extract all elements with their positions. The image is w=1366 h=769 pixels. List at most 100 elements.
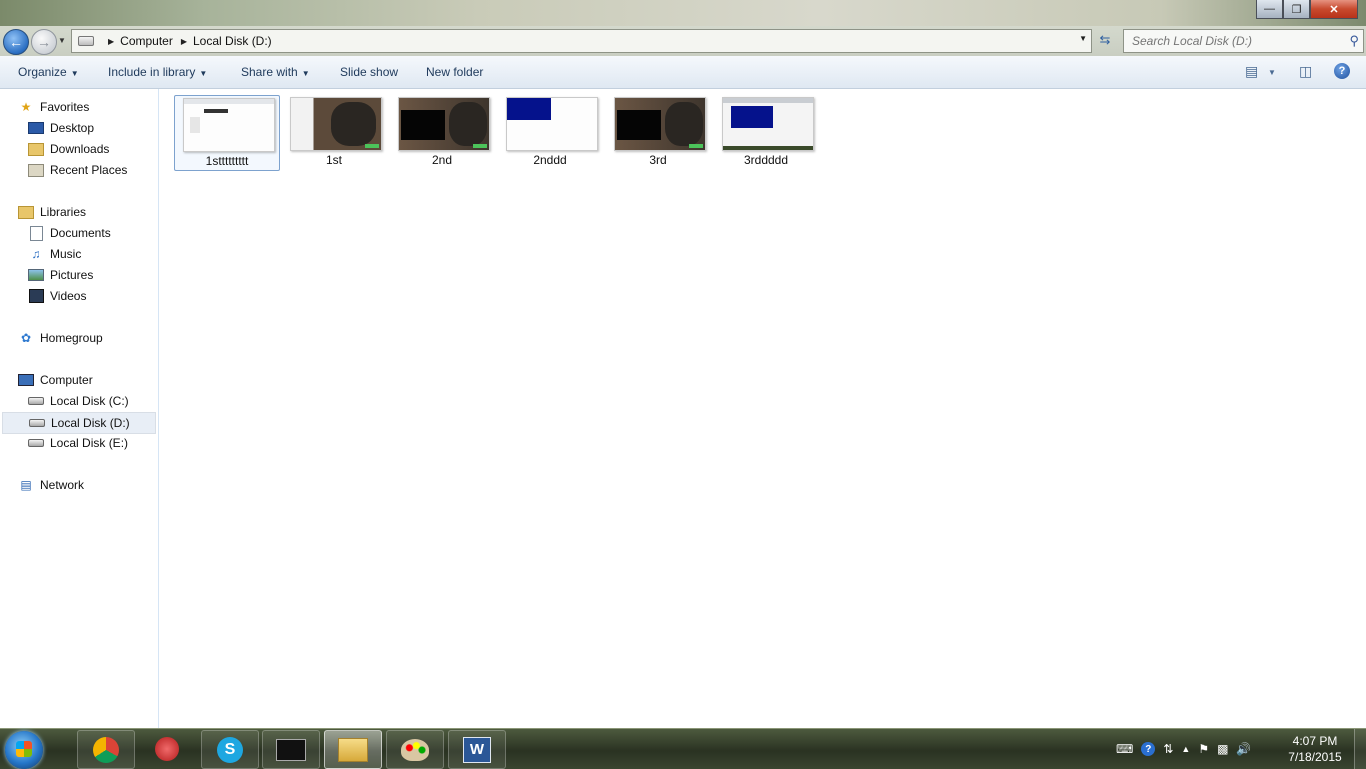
nav-computer-label: Computer (40, 373, 93, 387)
taskbar-chrome[interactable] (77, 730, 135, 769)
volume-icon[interactable]: 🔊 (1236, 742, 1251, 756)
nav-local-disk-d-label: Local Disk (D:) (51, 416, 130, 430)
nav-favorites-label: Favorites (40, 100, 90, 114)
window-controls: — ❐ ✕ (1256, 0, 1358, 19)
include-in-library-label: Include in library (108, 65, 196, 79)
drive-icon (29, 415, 45, 431)
arrow-left-icon: ← (9, 34, 23, 50)
file-item[interactable]: 1st (282, 95, 386, 169)
documents-icon (28, 225, 44, 241)
paint-palette-icon (401, 738, 429, 761)
search-input[interactable] (1130, 33, 1344, 49)
clock[interactable]: 4:07 PM 7/18/2015 (1285, 733, 1345, 765)
libraries-icon (18, 204, 34, 220)
address-bar[interactable]: ▶ Computer ▶ Local Disk (D:) ▼ (71, 29, 1092, 53)
slide-show-button[interactable]: Slide show (340, 65, 398, 79)
preview-pane-icon: ◫ (1299, 63, 1313, 79)
chrome-icon (93, 736, 119, 763)
nav-pictures[interactable]: Pictures (28, 265, 93, 285)
close-button[interactable]: ✕ (1310, 0, 1358, 19)
file-thumbnail (722, 97, 814, 151)
taskbar-command-prompt[interactable] (262, 730, 320, 769)
notification-icon[interactable]: ⇅ (1163, 742, 1173, 756)
action-center-flag-icon[interactable]: ⚑ (1198, 742, 1209, 756)
file-name: 3rddddd (743, 153, 789, 167)
nav-downloads[interactable]: Downloads (28, 139, 109, 159)
nav-desktop-label: Desktop (50, 121, 95, 135)
forward-button[interactable]: → (31, 29, 57, 55)
file-item[interactable]: 2nd (390, 95, 494, 169)
nav-recent-places[interactable]: Recent Places (28, 160, 127, 180)
command-prompt-icon (276, 738, 306, 761)
address-dropdown-icon[interactable]: ▼ (1079, 34, 1087, 43)
restore-button[interactable]: ❐ (1283, 0, 1310, 19)
search-icon[interactable]: ⚲ (1349, 33, 1359, 49)
taskbar-paint[interactable] (386, 730, 444, 769)
show-hidden-icons-icon[interactable]: ▲ (1181, 744, 1190, 754)
nav-homegroup[interactable]: ✿ Homegroup (18, 328, 103, 348)
nav-local-disk-c[interactable]: Local Disk (C:) (28, 391, 129, 411)
nav-favorites[interactable]: ★ Favorites (18, 97, 90, 117)
pictures-icon (28, 267, 44, 283)
breadcrumb: ▶ Computer ▶ Local Disk (D:) (100, 34, 272, 48)
help-tray-icon[interactable]: ? (1141, 742, 1156, 756)
breadcrumb-chevron-icon[interactable]: ▶ (181, 37, 187, 46)
file-item[interactable]: 3rddddd (714, 95, 818, 169)
recent-pages-dropdown[interactable]: ▼ (58, 36, 66, 45)
nav-local-disk-c-label: Local Disk (C:) (50, 394, 129, 408)
file-item[interactable]: 2nddd (498, 95, 602, 169)
help-button[interactable]: ? (1334, 63, 1350, 79)
music-icon: ♫ (31, 247, 41, 261)
taskbar-word[interactable]: W (448, 730, 506, 769)
command-bar: Organize ▼ Include in library ▼ Share with… (0, 56, 1366, 89)
file-name: 3rd (649, 153, 667, 167)
nav-documents[interactable]: Documents (28, 223, 111, 243)
breadcrumb-computer[interactable]: Computer (120, 34, 173, 48)
title-bar: — ❐ ✕ (0, 0, 1366, 26)
nav-local-disk-e[interactable]: Local Disk (E:) (28, 433, 128, 453)
file-thumbnail (614, 97, 706, 151)
taskbar-skype[interactable]: S (201, 730, 259, 769)
change-view-button[interactable]: ▤ (1245, 63, 1258, 80)
nav-desktop[interactable]: Desktop (28, 118, 94, 138)
clock-date: 7/18/2015 (1288, 750, 1342, 764)
navigation-bar: ← → ▼ ▶ Computer ▶ Local Disk (D:) ▼ ⇆ ⚲ (0, 26, 1366, 56)
downloads-folder-icon (28, 141, 44, 157)
nav-network-label: Network (40, 478, 85, 492)
file-name: 1sttttttttt (205, 154, 249, 168)
show-desktop-button[interactable] (1354, 729, 1366, 769)
nav-downloads-label: Downloads (50, 142, 110, 156)
nav-local-disk-d[interactable]: Local Disk (D:) (2, 412, 156, 434)
file-thumbnail (183, 98, 275, 152)
nav-computer[interactable]: Computer (18, 370, 93, 390)
taskbar-explorer[interactable] (324, 730, 382, 769)
chevron-down-icon: ▼ (70, 69, 79, 78)
start-button[interactable] (5, 731, 43, 769)
view-options-dropdown[interactable]: ▼ (1268, 68, 1276, 77)
include-in-library-menu[interactable]: Include in library ▼ (108, 65, 207, 79)
network-tray-icon[interactable]: ▩ (1217, 742, 1228, 756)
keyboard-icon[interactable]: ⌨ (1116, 742, 1133, 756)
nav-network[interactable]: ▤ Network (18, 475, 84, 495)
organize-menu[interactable]: Organize ▼ (18, 65, 79, 79)
nav-videos[interactable]: Videos (28, 286, 86, 306)
drive-icon (28, 393, 44, 409)
taskbar-downloader[interactable] (139, 730, 195, 767)
file-name: 2nd (431, 153, 453, 167)
back-button[interactable]: ← (3, 29, 29, 55)
nav-libraries[interactable]: Libraries (18, 202, 86, 222)
breadcrumb-local-disk-d[interactable]: Local Disk (D:) (193, 34, 272, 48)
share-with-menu[interactable]: Share with ▼ (241, 65, 310, 79)
search-box[interactable]: ⚲ (1123, 29, 1364, 53)
minimize-button[interactable]: — (1256, 0, 1283, 19)
new-folder-button[interactable]: New folder (426, 65, 483, 79)
nav-music[interactable]: ♫ Music (28, 244, 82, 264)
file-item[interactable]: 3rd (606, 95, 710, 169)
arrow-right-icon: → (37, 34, 51, 50)
network-icon: ▤ (20, 478, 32, 492)
breadcrumb-chevron-icon[interactable]: ▶ (108, 37, 114, 46)
preview-pane-button[interactable]: ◫ (1299, 63, 1312, 80)
file-item[interactable]: 1sttttttttt (174, 95, 280, 171)
refresh-button[interactable]: ⇆ (1094, 29, 1116, 51)
word-icon: W (463, 736, 491, 763)
